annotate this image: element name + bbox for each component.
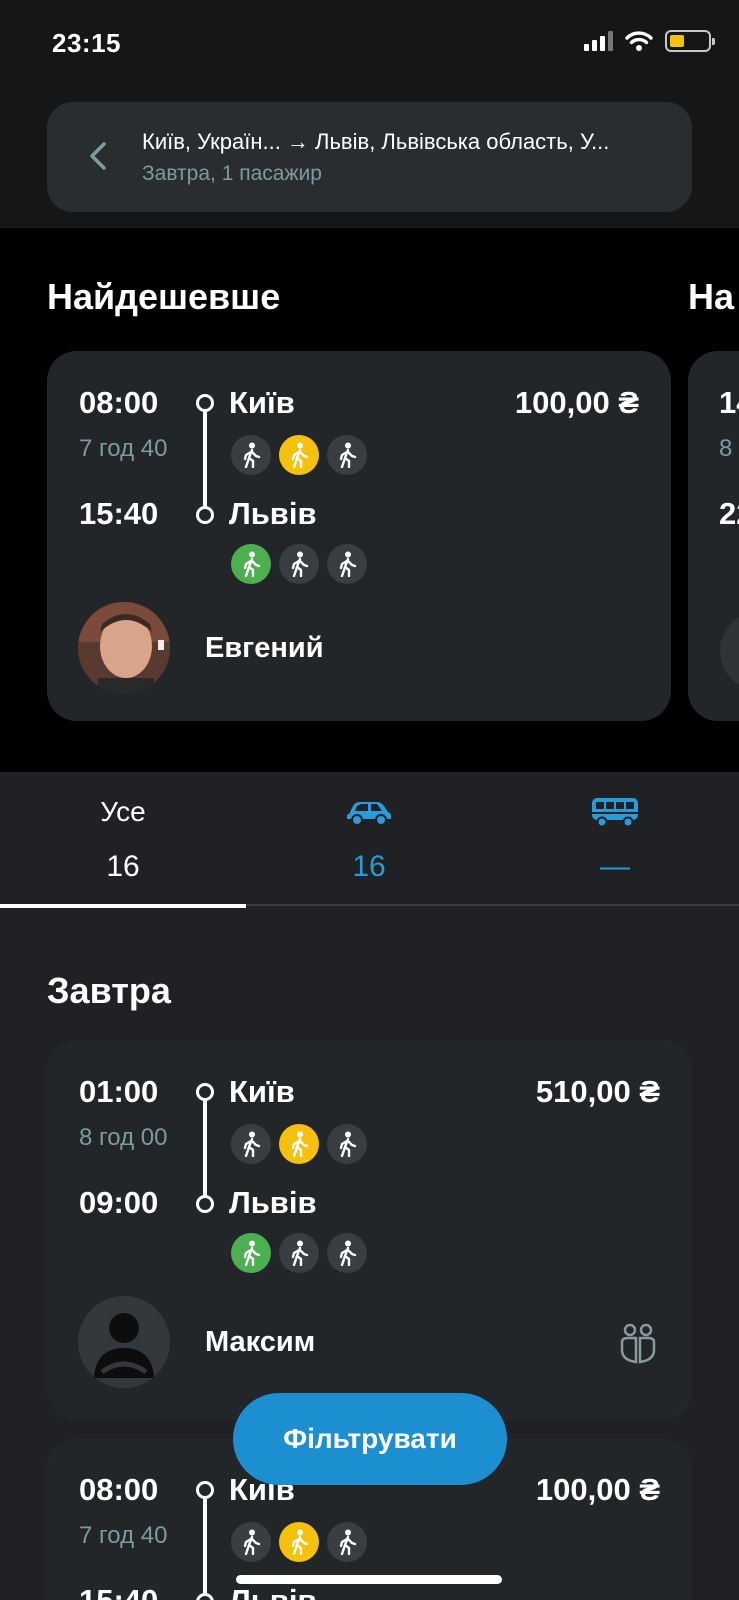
trip-duration: 8 — [719, 435, 733, 462]
status-time: 23:15 — [52, 28, 121, 58]
avatar — [78, 1296, 170, 1388]
tab-bus-count: — — [600, 850, 630, 883]
departure-time: 08:00 — [79, 1472, 159, 1507]
section-title-tomorrow: Завтра — [47, 970, 171, 1011]
trip-duration: 7 год 40 — [79, 435, 168, 462]
person-seat-icon — [231, 544, 271, 584]
driver-name: Максим — [205, 1326, 316, 1358]
transport-tabs: Усе 16 16 — — [0, 772, 739, 908]
home-indicator[interactable] — [236, 1575, 502, 1584]
tab-all-count: 16 — [106, 850, 140, 883]
route-subtitle: Завтра, 1 пасажир — [142, 162, 322, 185]
chevron-left-icon[interactable] — [83, 136, 113, 176]
trip-price: 100,00 ₴ — [535, 1472, 660, 1507]
from-city: Київ — [229, 385, 295, 420]
cheapest-trip-card-next[interactable]: 14 8 22 — [688, 351, 739, 721]
app-header: 23:15 Київ, Україн... → Львів, Львівська… — [0, 0, 739, 228]
arrival-time: 09:00 — [79, 1185, 159, 1220]
filter-button[interactable]: Фільтрувати — [233, 1393, 507, 1485]
seat-map-from — [231, 435, 367, 475]
to-city: Львів — [229, 1185, 317, 1220]
route-timeline — [195, 1083, 215, 1215]
user-placeholder-icon — [94, 1313, 154, 1378]
bus-icon — [592, 798, 638, 828]
two-people-icon — [620, 1323, 656, 1364]
trip-duration: 8 год 00 — [79, 1124, 168, 1151]
person-seat-icon — [279, 435, 319, 475]
tab-all[interactable]: Усе 16 — [0, 772, 246, 908]
trip-price: 510,00 ₴ — [535, 1074, 660, 1109]
person-seat-icon — [327, 1522, 367, 1562]
person-seat-icon — [231, 1522, 271, 1562]
seat-map-from — [231, 1124, 367, 1164]
arrival-time: 15:40 — [79, 1583, 158, 1600]
seat-map-to — [231, 1233, 367, 1273]
person-seat-icon — [231, 435, 271, 475]
trip-card[interactable]: 01:00 8 год 00 09:00 Київ Львів 510,00 ₴… — [47, 1040, 692, 1420]
person-seat-icon — [327, 544, 367, 584]
person-seat-icon — [279, 1522, 319, 1562]
car-icon — [347, 802, 391, 826]
cheapest-trip-card[interactable]: 08:00 7 год 40 15:40 Київ Львів 100,00 ₴ — [47, 351, 671, 721]
section-title-next: На — [688, 276, 735, 317]
signal-icon — [584, 31, 613, 51]
arrival-time: 22 — [719, 496, 739, 531]
route-timeline — [195, 394, 215, 526]
person-seat-icon — [231, 1233, 271, 1273]
tab-all-label: Усе — [100, 796, 146, 827]
trip-duration: 7 год 40 — [79, 1522, 168, 1549]
status-icons — [584, 30, 715, 52]
tab-bus[interactable]: — — [492, 772, 738, 906]
active-tab-indicator — [0, 904, 246, 908]
person-seat-icon — [327, 435, 367, 475]
departure-time: 14 — [719, 385, 739, 420]
route-timeline — [195, 1481, 215, 1600]
to-city: Львів — [229, 496, 317, 531]
tab-car-count: 16 — [352, 850, 386, 883]
cheapest-section: Найдешевше На 08:00 7 год 40 15:40 Київ … — [0, 228, 739, 772]
tab-car[interactable]: 16 — [246, 772, 492, 906]
section-title-cheapest: Найдешевше — [47, 276, 281, 317]
person-seat-icon — [327, 1124, 367, 1164]
departure-time: 01:00 — [79, 1074, 159, 1109]
departure-time: 08:00 — [79, 385, 159, 420]
seat-map-from — [231, 1522, 367, 1562]
battery-icon — [665, 30, 715, 52]
person-seat-icon — [327, 1233, 367, 1273]
from-city: Київ — [229, 1074, 295, 1109]
arrival-time: 15:40 — [79, 496, 159, 531]
person-seat-icon — [231, 1124, 271, 1164]
seat-map-to — [231, 544, 367, 584]
person-seat-icon — [279, 544, 319, 584]
person-seat-icon — [279, 1124, 319, 1164]
avatar — [720, 611, 739, 691]
person-seat-icon — [279, 1233, 319, 1273]
route-search-bar[interactable]: Київ, Україн... → Львів, Львівська облас… — [47, 102, 692, 212]
driver-name: Евгений — [205, 632, 324, 664]
route-title: Київ, Україн... → Львів, Львівська облас… — [142, 129, 610, 154]
avatar — [78, 602, 170, 694]
to-city: Львів — [229, 1583, 317, 1600]
trip-price: 100,00 ₴ — [514, 385, 639, 420]
wifi-icon — [625, 31, 653, 51]
